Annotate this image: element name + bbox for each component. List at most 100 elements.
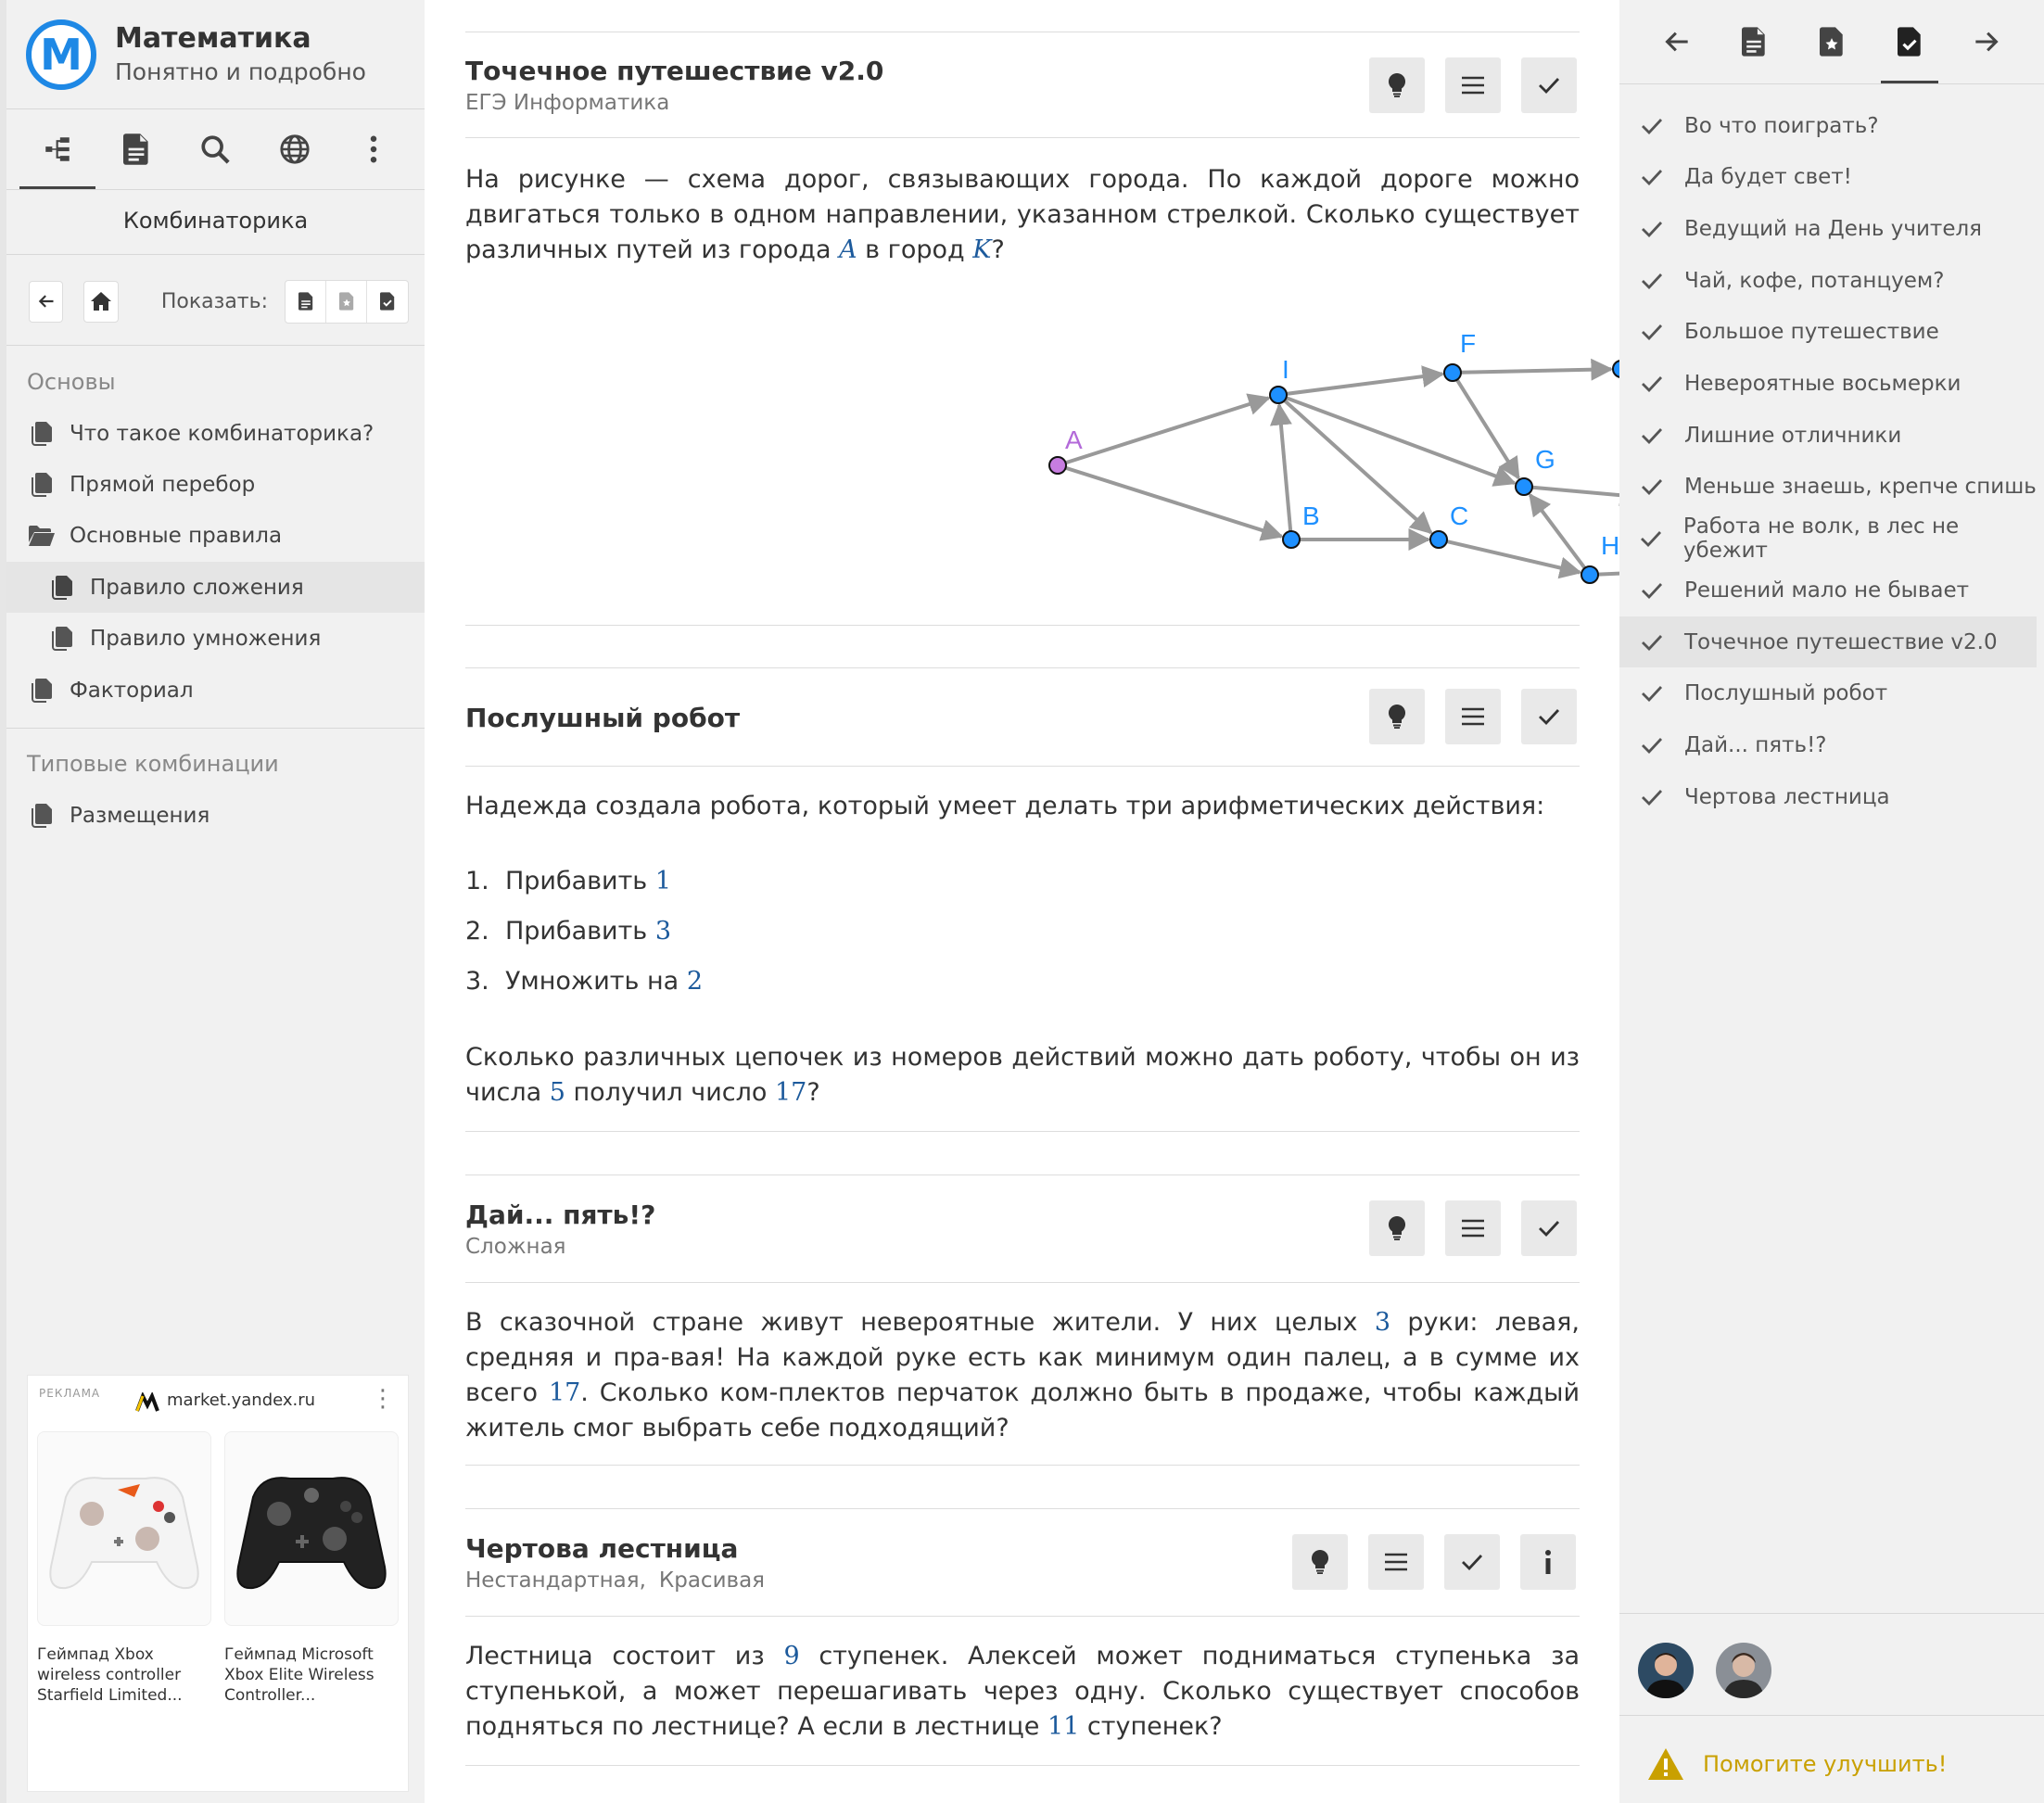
answer-button[interactable] (1444, 1534, 1500, 1590)
tab-examples[interactable] (1803, 0, 1860, 83)
back-button[interactable] (29, 280, 64, 323)
help-improve-link[interactable]: Помогите улучшить! (1647, 1747, 1947, 1781)
check-icon (1638, 426, 1666, 445)
list-text: Прибавить (504, 867, 655, 895)
answer-button[interactable] (1521, 689, 1577, 744)
tab-tree[interactable] (19, 109, 95, 189)
nav-item-sum-rule[interactable]: Правило сложения (6, 562, 425, 613)
task-list-label: Лишние отличники (1684, 423, 1902, 448)
nav-item-what-is[interactable]: Что такое комбинаторика? (6, 408, 425, 459)
task-list-item[interactable]: Решений мало не бывает (1619, 565, 2037, 616)
task-list-label: Послушный робот (1684, 681, 1888, 706)
hint-button[interactable] (1369, 57, 1425, 113)
graph-edge-A-I (1064, 393, 1271, 465)
home-button[interactable] (83, 280, 119, 323)
ad-product-card-2[interactable] (224, 1431, 399, 1626)
user-avatar-image (1638, 1643, 1694, 1698)
nav-item-factorial[interactable]: Факториал (6, 665, 425, 716)
task-list-item[interactable]: Большое путешествие (1619, 307, 2037, 358)
task-list-label: Большое путешествие (1684, 320, 1939, 345)
solution-button[interactable] (1368, 1534, 1424, 1590)
task-list-item[interactable]: Точечное путешествие v2.0 (1619, 616, 2037, 667)
tab-theory[interactable] (1725, 0, 1783, 83)
nav-item-brute-force[interactable]: Прямой перебор (6, 459, 425, 510)
text-fragment: В сказочной стране живут невероятные жит… (465, 1308, 1375, 1337)
gamepad-black-image (236, 1477, 387, 1590)
task-list-item[interactable]: Меньше знаешь, крепче спишь (1619, 462, 2037, 513)
task-list-item[interactable]: Во что поиграть? (1619, 100, 2037, 151)
avatar[interactable] (1638, 1643, 1694, 1698)
answer-button[interactable] (1521, 57, 1577, 113)
task-list-item[interactable]: Ведущий на День учителя (1619, 203, 2037, 254)
graph-edge-I-G (1285, 396, 1517, 487)
next-page-button[interactable] (1958, 0, 2015, 83)
info-button[interactable] (1520, 1534, 1576, 1590)
ad-product-title-1[interactable]: Геймпад Xbox wireless controller Starfie… (37, 1644, 209, 1706)
divider (1619, 1715, 2044, 1716)
solution-button[interactable] (1445, 1200, 1501, 1256)
task-list-item[interactable]: Невероятные восьмерки (1619, 359, 2037, 410)
gamepad-white-image (49, 1477, 199, 1590)
nav-group-basics: Основы (27, 369, 116, 395)
check-icon (1638, 736, 1666, 755)
market-logo-icon (135, 1392, 159, 1412)
avatar[interactable] (1716, 1643, 1771, 1698)
solution-button[interactable] (1445, 57, 1501, 113)
document-icon (123, 133, 148, 165)
check-icon (1539, 1221, 1560, 1238)
nav-item-label: Основные правила (70, 523, 283, 548)
graph-edge-F-E (1460, 358, 1614, 381)
brand[interactable]: M Математика Понятно и подробно (26, 17, 366, 93)
tab-tasks[interactable] (1880, 0, 1938, 83)
nav-item-product-rule[interactable]: Правило умножения (6, 613, 425, 664)
hint-button[interactable] (1369, 689, 1425, 744)
graph-node-label: F (1460, 329, 1476, 358)
filter-examples[interactable] (326, 280, 367, 323)
ad-block[interactable]: РЕКЛАМА market.yandex.ru ⋮ Геймпад Xbox … (27, 1375, 409, 1792)
left-sidebar: M Математика Понятно и подробно Комбинат… (0, 0, 425, 1803)
text-fragment: получил число (565, 1078, 775, 1107)
task-list-item[interactable]: Работа не волк, в лес не убежит (1619, 514, 2037, 565)
ad-product-title-2[interactable]: Геймпад Microsoft Xbox Elite Wireless Co… (224, 1644, 397, 1706)
task-list-item[interactable]: Чертова лестница (1619, 771, 2037, 822)
filter-tasks[interactable] (367, 281, 408, 323)
task-tags: Сложная (465, 1235, 579, 1259)
hint-button[interactable] (1369, 1200, 1425, 1256)
ad-product-card-1[interactable] (37, 1431, 211, 1626)
task-list-item[interactable]: Чай, кофе, потанцуем? (1619, 255, 2037, 306)
check-icon (1539, 709, 1560, 726)
tab-documents[interactable] (98, 109, 174, 189)
nav-item-basic-rules[interactable]: Основные правила (6, 510, 425, 561)
lightbulb-icon (1388, 1216, 1406, 1240)
filter-theory[interactable] (286, 280, 326, 323)
tab-more[interactable] (336, 109, 412, 189)
answer-button[interactable] (1521, 1200, 1577, 1256)
section-title: Комбинаторика (122, 208, 309, 234)
task-list-item[interactable]: Дай... пять!? (1619, 719, 2037, 770)
nav-group-combinations: Типовые комбинации (27, 751, 279, 777)
hint-button[interactable] (1292, 1534, 1348, 1590)
task-list-item[interactable]: Да будет свет! (1619, 152, 2037, 203)
task-list-item[interactable]: Лишние отличники (1619, 410, 2037, 461)
graph-node-F (1443, 363, 1462, 382)
task-list-label: Меньше знаешь, крепче спишь (1684, 475, 2037, 500)
nav-item-label: Правило умножения (90, 626, 322, 651)
nav-item-arrangements[interactable]: Размещения (6, 790, 425, 841)
solution-button[interactable] (1445, 689, 1501, 744)
check-icon (1462, 1555, 1483, 1571)
task-actions (1369, 1200, 1577, 1256)
prev-page-button[interactable] (1648, 0, 1706, 83)
divider (6, 254, 425, 255)
graph-edge-H-D (1597, 571, 1619, 577)
divider (6, 189, 425, 190)
task-list-item[interactable]: Послушный робот (1619, 668, 2037, 719)
tab-globe[interactable] (257, 109, 333, 189)
nav-item-label: Что такое комбинаторика? (70, 421, 375, 446)
check-icon (1638, 323, 1666, 341)
graph-edge-C-H (1446, 540, 1582, 579)
more-vertical-icon[interactable]: ⋮ (371, 1385, 395, 1413)
tab-search[interactable] (177, 109, 253, 189)
check-icon (1638, 684, 1666, 703)
check-icon (1638, 168, 1666, 186)
list-item: 3. Умножить на 2 (465, 957, 703, 1007)
